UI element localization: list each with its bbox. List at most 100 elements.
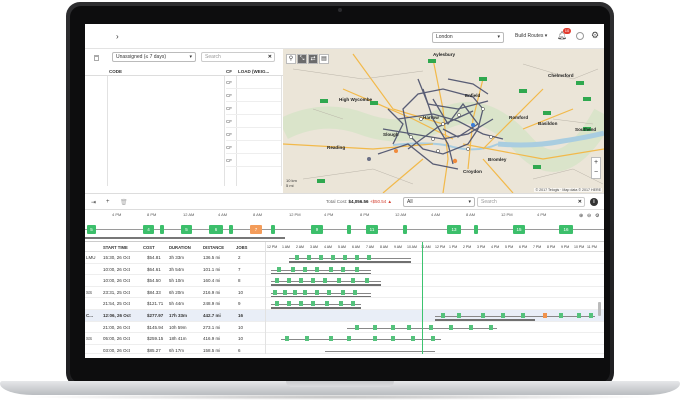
job-block[interactable] [577,313,581,318]
job-block[interactable] [365,278,369,284]
job-block[interactable] [367,255,371,260]
trash-icon[interactable] [94,55,99,61]
job-block[interactable] [391,336,395,342]
job-block[interactable] [457,313,461,318]
job-block[interactable] [319,255,323,260]
job-block[interactable] [407,324,411,330]
zoom-in-icon[interactable]: + [592,158,600,168]
info-icon[interactable]: i [590,198,598,206]
col-jobs[interactable]: JOBS [236,245,247,250]
job-block[interactable] [291,266,295,272]
table-row-selected[interactable]: C... 12:06, 26 Oct $277.97 17h 33m 442.7… [85,310,604,322]
clear-icon[interactable]: ✕ [268,53,272,61]
job-block[interactable] [501,313,505,318]
route-map[interactable]: ⚲ ⤡ ⇄ ▤ Aylesbury High Wycombe Harrow En… [283,49,604,193]
job-block[interactable] [441,313,445,318]
job-block[interactable] [351,278,355,284]
overview-job-block[interactable]: 5 [181,225,192,234]
overview-job-block[interactable]: 6 [209,225,223,234]
gear-icon[interactable]: ⚙ [591,30,599,41]
overview-scrollbar[interactable] [85,237,285,239]
job-block[interactable] [305,336,309,342]
unassigned-filter-select[interactable]: Unassigned (≤ 7 days) ▾ [112,52,196,62]
job-block[interactable] [299,278,303,284]
pin-icon[interactable]: ⚲ [286,54,296,64]
job-block[interactable] [589,313,593,318]
overview-job-block[interactable]: 11 [366,225,378,234]
job-block-late[interactable] [543,313,547,318]
job-block[interactable] [295,255,299,260]
zoom-in-icon[interactable]: ⊕ [579,213,583,219]
list-item[interactable]: CF [226,141,281,154]
list-item[interactable]: CF [226,115,281,128]
job-block[interactable] [341,289,345,295]
job-block[interactable] [339,301,343,307]
job-block[interactable] [391,324,395,330]
col-distance[interactable]: DISTANCE [203,245,224,250]
list-item[interactable]: CF [226,154,281,167]
zoom-out-icon[interactable]: ⊖ [587,213,591,219]
overview-job-block[interactable] [403,225,407,234]
settings-icon[interactable]: ⚙ [595,213,599,219]
overview-job-block[interactable]: 7 [250,225,262,234]
job-block[interactable] [337,278,341,284]
table-row[interactable]: 10:00, 26 Oct $64.61 3h 54m 101.1 mi 7 [85,264,604,276]
job-block[interactable] [287,278,291,284]
job-block[interactable] [429,324,433,330]
table-row[interactable]: SS 23:31, 25 Oct $84.33 6h 20m 216.9 mi … [85,287,604,299]
trash-icon[interactable]: 🗑︎ [120,199,128,206]
add-icon[interactable]: + [106,199,110,205]
overview-job-block[interactable]: 9 [311,225,323,234]
job-block[interactable] [329,336,333,342]
job-block[interactable] [373,336,377,342]
job-block[interactable] [293,289,297,295]
table-row[interactable]: SS 05:00, 26 Oct $259.15 18h 41m 416.9 m… [85,333,604,345]
overview-job-block[interactable]: 13 [447,225,461,234]
job-block[interactable] [283,289,287,295]
overview-job-block[interactable] [474,225,478,234]
chevron-right-icon[interactable]: › [116,32,119,41]
overview-job-block[interactable] [229,225,233,234]
job-block[interactable] [303,266,307,272]
job-block[interactable] [275,278,279,284]
list-item[interactable]: CF [226,89,281,102]
city-select[interactable]: London ▾ [432,32,504,43]
table-row[interactable]: 03:00, 26 Oct $85.27 6h 17m 158.5 mi 6 [85,345,604,354]
col-start-time[interactable]: START TIME [103,245,128,250]
list-item[interactable]: CF [226,76,281,89]
overview-job-block[interactable] [347,225,351,234]
list-item[interactable]: CF [226,102,281,115]
job-block[interactable] [489,324,493,330]
export-icon[interactable]: ⇥ [91,199,96,206]
job-block[interactable] [341,266,345,272]
job-block[interactable] [325,301,329,307]
table-row[interactable]: LMU 15:30, 26 Oct $54.81 3h 33m 136.5 mi… [85,252,604,264]
overview-job-block[interactable]: 4 [143,225,154,234]
job-block[interactable] [355,324,359,330]
job-block[interactable] [351,301,355,307]
col-load[interactable]: LOAD (WEIG... [238,69,269,74]
col-code[interactable]: CODE [109,69,122,74]
overview-job-block[interactable]: 5 [87,225,96,234]
lasso-icon[interactable]: ⤡ [297,54,307,64]
job-block[interactable] [315,266,319,272]
routes-filter-select[interactable]: All ▾ [403,197,475,207]
table-row[interactable]: 21:00, 26 Oct $145.94 10h 59m 273.1 mi 1… [85,322,604,334]
job-block[interactable] [373,324,377,330]
job-block[interactable] [331,255,335,260]
job-block[interactable] [353,289,357,295]
job-block[interactable] [311,278,315,284]
list-item[interactable]: CF [226,128,281,141]
job-block[interactable] [303,289,307,295]
routes-search-input[interactable]: Search ✕ [477,197,585,207]
grid-scrollbar[interactable] [598,302,601,316]
table-row[interactable]: 21:54, 25 Oct $121.71 5h 44m 248.9 mi 9 [85,298,604,310]
job-block[interactable] [329,266,333,272]
job-block[interactable] [311,301,315,307]
table-row[interactable]: 10:00, 26 Oct $54.50 5h 10m 160.4 mi 8 [85,275,604,287]
job-block[interactable] [287,301,291,307]
job-block[interactable] [327,289,331,295]
job-block[interactable] [355,255,359,260]
job-block[interactable] [343,255,347,260]
overview-job-block[interactable]: 15 [513,225,525,234]
